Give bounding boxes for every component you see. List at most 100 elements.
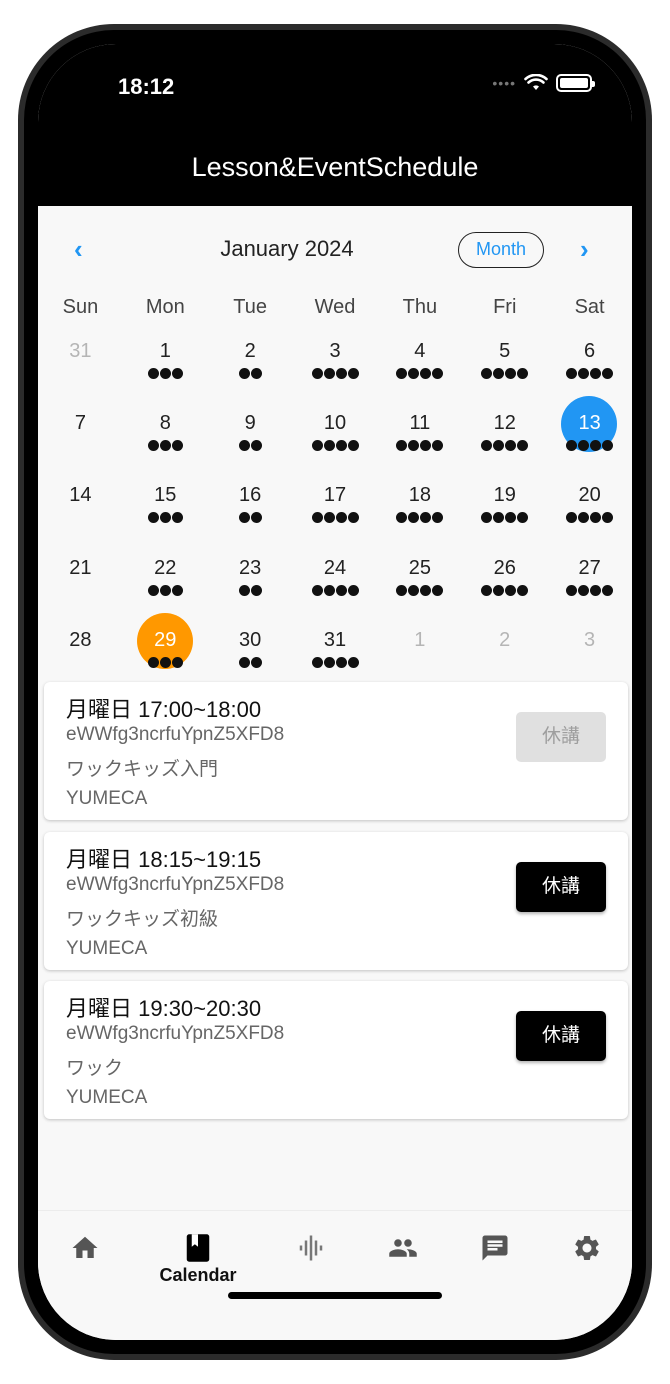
nav-messages[interactable] xyxy=(458,1233,532,1293)
lesson-card[interactable]: 月曜日 17:00~18:00 eWWfg3ncrfuYpnZ5XFD8 ワックキッ… xyxy=(44,682,628,820)
calendar-day[interactable]: 17 xyxy=(293,484,378,556)
event-marker xyxy=(238,585,250,596)
event-marker xyxy=(505,440,517,451)
lesson-id: eWWfg3ncrfuYpnZ5XFD8 xyxy=(66,874,285,895)
event-marker xyxy=(432,440,444,451)
calendar-day[interactable]: 16 xyxy=(208,484,293,556)
day-number: 22 xyxy=(154,557,177,579)
calendar-day[interactable]: 26 xyxy=(462,557,547,629)
nav-audio[interactable] xyxy=(274,1233,348,1293)
calendar-day[interactable]: 23 xyxy=(208,557,293,629)
calendar-day-today[interactable]: 13 xyxy=(547,396,632,484)
event-markers xyxy=(547,585,632,596)
lesson-organization: YUMECA xyxy=(66,938,148,959)
nav-calendar-label: Calendar xyxy=(159,1265,237,1285)
event-markers xyxy=(123,512,208,523)
event-markers xyxy=(547,512,632,523)
event-marker xyxy=(238,512,250,523)
cancel-lesson-button[interactable]: 休講 xyxy=(516,862,606,912)
nav-people[interactable] xyxy=(366,1233,440,1293)
event-marker xyxy=(590,440,602,451)
app-bar: 18:12 •••• Lesson&EventSchedule xyxy=(38,44,632,206)
event-marker xyxy=(159,512,171,523)
cellular-signal-icon: •••• xyxy=(492,75,516,91)
day-number: 19 xyxy=(493,484,516,506)
event-marker xyxy=(578,368,590,379)
event-marker xyxy=(250,512,262,523)
calendar-day[interactable]: 31 xyxy=(38,340,123,412)
event-marker xyxy=(147,512,159,523)
lesson-organization: YUMECA xyxy=(66,788,148,809)
event-marker xyxy=(602,512,614,523)
calendar-week-row: 7 8 9 10 11 12 13 xyxy=(38,396,632,484)
lesson-organization: YUMECA xyxy=(66,1087,148,1108)
calendar-day[interactable]: 24 xyxy=(293,557,378,629)
event-marker xyxy=(602,585,614,596)
calendar-day[interactable]: 19 xyxy=(462,484,547,556)
event-marker xyxy=(578,512,590,523)
cancel-lesson-button[interactable]: 休講 xyxy=(516,1011,606,1061)
event-marker xyxy=(420,368,432,379)
nav-home[interactable] xyxy=(48,1233,122,1293)
calendar-day[interactable]: 5 xyxy=(462,340,547,412)
event-markers xyxy=(208,368,293,379)
event-marker xyxy=(311,585,323,596)
day-number: 30 xyxy=(239,629,262,651)
calendar-day[interactable]: 15 xyxy=(123,484,208,556)
event-markers xyxy=(547,368,632,379)
event-marker xyxy=(396,440,408,451)
weekday-label: Mon xyxy=(145,296,185,318)
event-markers xyxy=(293,657,378,668)
event-marker xyxy=(481,440,493,451)
event-marker xyxy=(311,368,323,379)
event-marker xyxy=(250,368,262,379)
next-month-chevron-icon[interactable]: › xyxy=(580,234,589,265)
event-marker xyxy=(493,368,505,379)
weekday-label: Sun xyxy=(62,296,99,318)
event-marker xyxy=(408,368,420,379)
event-marker xyxy=(602,368,614,379)
calendar-day[interactable]: 18 xyxy=(377,484,462,556)
day-number: 16 xyxy=(239,484,262,506)
event-markers xyxy=(208,512,293,523)
calendar-day[interactable]: 7 xyxy=(38,412,123,484)
audio-wave-icon xyxy=(299,1235,323,1261)
event-marker xyxy=(420,512,432,523)
calendar-day[interactable]: 20 xyxy=(547,484,632,556)
calendar-day[interactable]: 21 xyxy=(38,557,123,629)
event-marker xyxy=(517,440,529,451)
calendar-day[interactable]: 25 xyxy=(377,557,462,629)
calendar-day[interactable]: 1 xyxy=(123,340,208,412)
weekday-label: Wed xyxy=(314,296,356,318)
lesson-card[interactable]: 月曜日 18:15~19:15 eWWfg3ncrfuYpnZ5XFD8 ワックキッ… xyxy=(44,832,628,970)
calendar-day[interactable]: 14 xyxy=(38,484,123,556)
event-markers xyxy=(377,440,462,451)
calendar-day[interactable]: 11 xyxy=(377,412,462,484)
event-marker xyxy=(566,368,578,379)
calendar-day[interactable]: 2 xyxy=(208,340,293,412)
calendar-day[interactable]: 27 xyxy=(547,557,632,629)
event-marker xyxy=(590,368,602,379)
event-marker xyxy=(171,512,183,523)
event-marker xyxy=(323,657,335,668)
lesson-card[interactable]: 月曜日 19:30~20:30 eWWfg3ncrfuYpnZ5XFD8 ワック YU… xyxy=(44,981,628,1119)
calendar-day[interactable]: 10 xyxy=(293,412,378,484)
calendar-day[interactable]: 8 xyxy=(123,412,208,484)
day-number: 9 xyxy=(244,412,256,434)
calendar-day[interactable]: 12 xyxy=(462,412,547,484)
event-marker xyxy=(408,585,420,596)
view-format-button[interactable]: Month xyxy=(458,232,544,268)
calendar-day[interactable]: 4 xyxy=(377,340,462,412)
day-number: 4 xyxy=(414,340,426,362)
nav-calendar[interactable]: Calendar xyxy=(148,1233,248,1293)
calendar-day[interactable]: 9 xyxy=(208,412,293,484)
calendar-header: ‹ January 2024 Month › xyxy=(38,230,632,270)
battery-icon xyxy=(556,74,595,92)
day-number: 5 xyxy=(499,340,511,362)
event-marker xyxy=(578,585,590,596)
nav-settings[interactable] xyxy=(550,1233,624,1293)
calendar-day[interactable]: 3 xyxy=(293,340,378,412)
event-marker xyxy=(493,512,505,523)
event-marker xyxy=(250,657,262,668)
weekday-label: Fri xyxy=(493,296,517,318)
